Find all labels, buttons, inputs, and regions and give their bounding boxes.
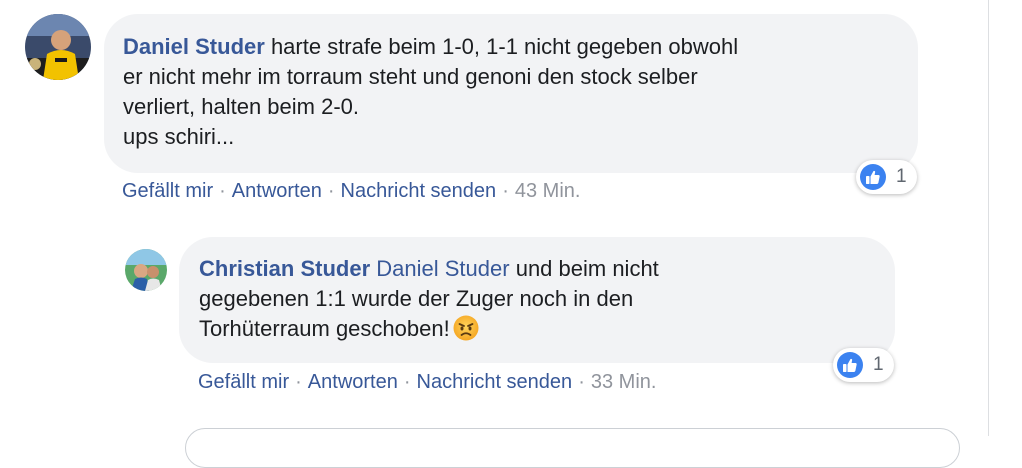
separator: · — [327, 180, 335, 202]
comment-text: ups schiri... — [123, 124, 235, 149]
comment-line-1: Christian Studer Daniel Studer und beim … — [199, 254, 875, 284]
reaction-count: 1 — [873, 354, 884, 375]
comment-text: harte strafe beim 1-0, 1-1 nicht gegeben… — [270, 34, 739, 59]
author-name[interactable]: Christian Studer — [199, 256, 370, 281]
send-message-link[interactable]: Nachricht senden — [417, 371, 573, 393]
comment-actions: Gefällt mir · Antworten · Nachricht senden · 4… — [122, 179, 580, 203]
reaction-summary[interactable]: 1 — [833, 348, 894, 382]
avatar-christian-studer[interactable] — [125, 249, 167, 291]
comment-actions: Gefällt mir · Antworten · Nachricht senden · 3… — [198, 370, 656, 394]
comment-text: und beim nicht — [515, 256, 659, 281]
comment-line-3: Torhüterraum geschoben! — [199, 314, 875, 350]
mention-link[interactable]: Daniel Studer — [376, 256, 509, 281]
reaction-summary[interactable]: 1 — [856, 160, 917, 194]
reaction-count: 1 — [896, 166, 907, 187]
reply-link[interactable]: Antworten — [308, 371, 398, 393]
separator: · — [219, 180, 226, 202]
right-divider — [988, 0, 989, 436]
thumbs-up-icon — [837, 352, 863, 378]
comment-text: verliert, halten beim 2-0. — [123, 94, 359, 119]
separator: · — [578, 371, 585, 393]
reply-link[interactable]: Antworten — [232, 180, 322, 202]
like-link[interactable]: Gefällt mir — [198, 371, 289, 393]
comment-text: gegebenen 1:1 wurde der Zuger noch in de… — [199, 286, 634, 311]
angry-face-emoji — [452, 314, 480, 350]
separator: · — [502, 180, 509, 202]
reply-composer-input[interactable] — [185, 428, 960, 468]
thumbs-up-icon — [860, 164, 886, 190]
separator: · — [295, 371, 302, 393]
comment-text: Torhüterraum geschoben! — [199, 316, 450, 341]
avatar-daniel-studer[interactable] — [25, 14, 91, 80]
separator: · — [403, 371, 411, 393]
timestamp[interactable]: 43 Min. — [515, 180, 581, 202]
comment-bubble-christian: Christian Studer Daniel Studer und beim … — [179, 237, 895, 363]
author-name[interactable]: Daniel Studer — [123, 34, 265, 59]
comment-line-1: Daniel Studer harte strafe beim 1-0, 1-1… — [123, 32, 898, 62]
comment-text: er nicht mehr im torraum steht und genon… — [123, 64, 698, 89]
send-message-link[interactable]: Nachricht senden — [341, 180, 497, 202]
like-link[interactable]: Gefällt mir — [122, 180, 213, 202]
timestamp[interactable]: 33 Min. — [591, 371, 657, 393]
comment-bubble-daniel: Daniel Studer harte strafe beim 1-0, 1-1… — [104, 14, 918, 173]
